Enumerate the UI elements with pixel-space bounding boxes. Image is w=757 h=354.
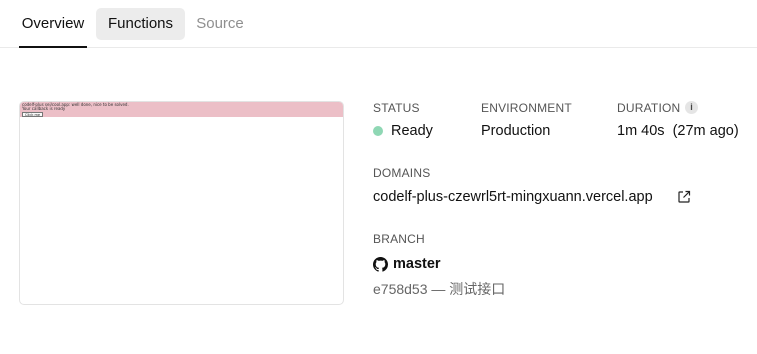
branch-label: BRANCH [373, 232, 425, 246]
duration-time: 1m 40s [617, 123, 665, 139]
tab-bar: Overview Functions Source [0, 0, 757, 48]
branch-name[interactable]: master [393, 256, 441, 272]
domains-label: DOMAINS [373, 166, 431, 180]
duration-label: DURATION [617, 101, 681, 115]
duration-value: 1m 40s (27m ago) [617, 123, 739, 139]
environment-value: Production [481, 123, 551, 139]
external-link-icon[interactable] [677, 190, 691, 204]
commit-info[interactable]: e758d53 — 测试接口 [373, 279, 505, 299]
info-icon[interactable]: i [685, 101, 698, 114]
deployment-preview-thumbnail[interactable]: codelf-plus sei/cool.app: well done, nic… [19, 101, 344, 305]
tab-overview[interactable]: Overview [19, 8, 87, 48]
domain-link[interactable]: codelf-plus-czewrl5rt-mingxuann.vercel.a… [373, 189, 653, 205]
environment-label: ENVIRONMENT [481, 101, 572, 115]
duration-ago: (27m ago) [672, 123, 739, 139]
status-dot-icon [373, 126, 383, 136]
preview-button: Click me [22, 112, 44, 117]
status-label: STATUS [373, 101, 420, 115]
github-icon [373, 257, 388, 272]
tab-source[interactable]: Source [194, 8, 246, 40]
status-value: Ready [391, 123, 433, 139]
tab-functions[interactable]: Functions [96, 8, 185, 40]
preview-text-line: Your callback is ready [22, 106, 66, 111]
